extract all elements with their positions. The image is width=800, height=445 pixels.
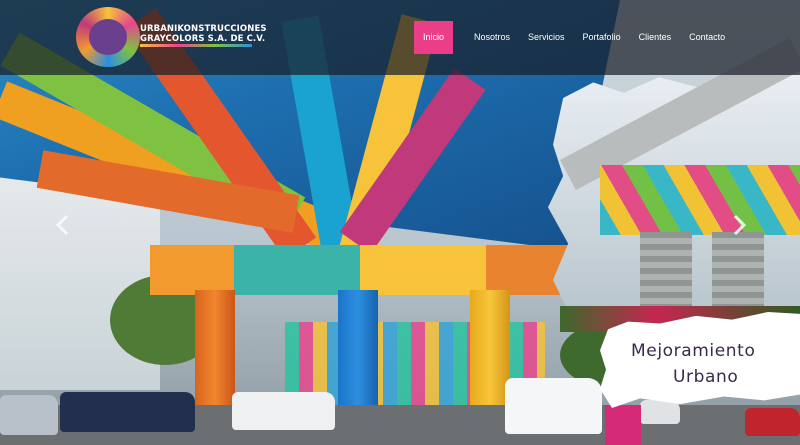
bridge-cap-beam — [150, 245, 570, 295]
main-nav: Inicio Nosotros Servicios Portafolio Cli… — [414, 21, 734, 54]
nav-item-clientes[interactable]: Clientes — [630, 21, 681, 54]
inset-painted-beams — [600, 165, 800, 235]
car — [0, 395, 58, 435]
chevron-left-icon — [55, 214, 69, 236]
car — [60, 392, 195, 432]
nav-item-nosotros[interactable]: Nosotros — [465, 21, 519, 54]
carousel-prev-button[interactable] — [53, 214, 73, 236]
carousel-next-button[interactable] — [729, 214, 749, 236]
pickup-truck — [232, 392, 335, 430]
brand-name[interactable]: URBANIKONSTRUCCIONES GRAYCOLORS S.A. DE … — [140, 24, 267, 44]
caption-title-line1: Mejoramiento — [631, 341, 756, 361]
car — [745, 408, 800, 436]
caption-title-line2: Urbano — [673, 367, 739, 387]
logo-emblem — [89, 19, 127, 55]
brand-name-line1: URBANIKONSTRUCCIONES — [140, 24, 267, 34]
nav-item-portafolio[interactable]: Portafolio — [574, 21, 630, 54]
nav-item-contacto[interactable]: Contacto — [680, 21, 734, 54]
inset-column — [712, 232, 764, 310]
car — [640, 400, 680, 424]
brand-color-bar — [140, 44, 252, 47]
site-header: URBANIKONSTRUCCIONES GRAYCOLORS S.A. DE … — [0, 0, 800, 75]
brand-name-line2: GRAYCOLORS S.A. DE C.V. — [140, 34, 266, 44]
company-logo[interactable] — [76, 7, 140, 67]
inset-column — [640, 232, 692, 310]
nav-item-inicio[interactable]: Inicio — [414, 21, 454, 54]
pink-post — [605, 405, 641, 445]
white-van — [505, 378, 602, 434]
nav-item-servicios[interactable]: Servicios — [519, 21, 574, 54]
chevron-right-icon — [733, 214, 747, 236]
